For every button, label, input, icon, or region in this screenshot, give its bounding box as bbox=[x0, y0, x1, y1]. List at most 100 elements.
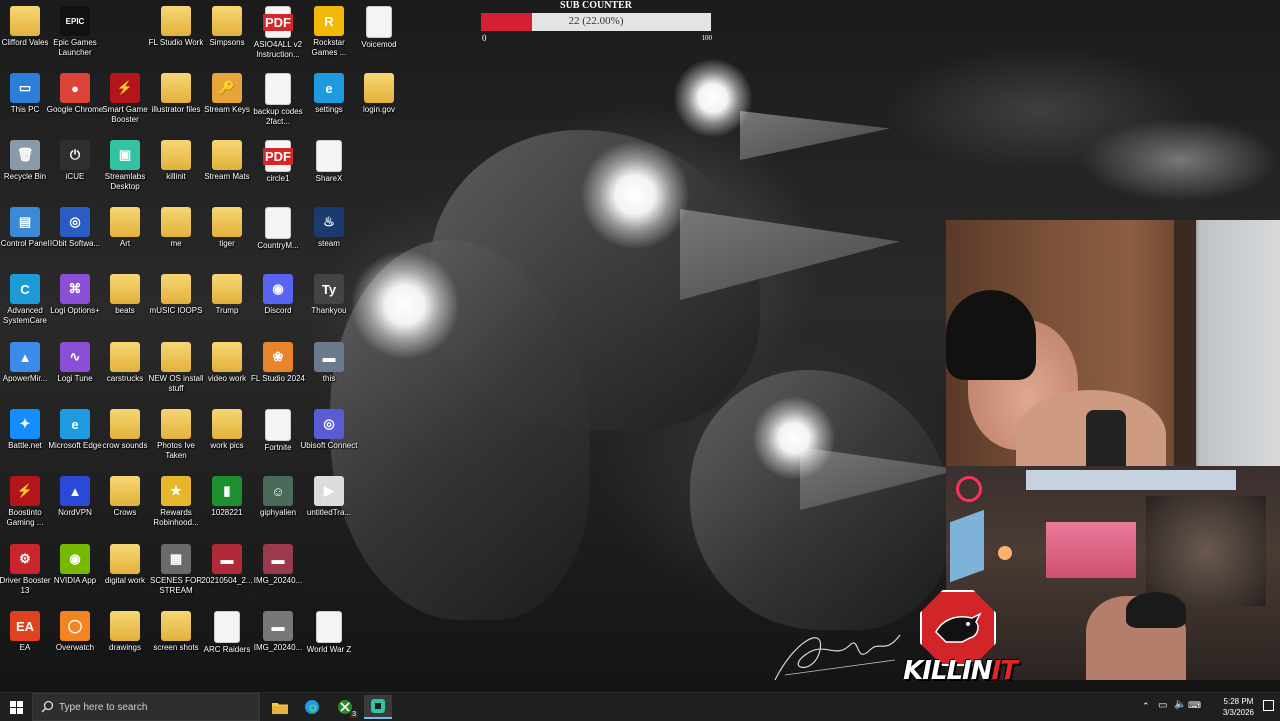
folder-icon bbox=[161, 409, 191, 439]
desktop-icon[interactable]: video work bbox=[198, 338, 256, 404]
sub-counter-max: 100 bbox=[701, 34, 713, 42]
desktop-icon[interactable]: Simpsons bbox=[198, 2, 256, 68]
desk-items bbox=[1146, 496, 1266, 606]
app-icon: ⏻ bbox=[60, 140, 90, 170]
desktop-icon[interactable]: illustrator files bbox=[147, 69, 205, 135]
desktop-icon-label: Stream Mats bbox=[204, 172, 250, 181]
desktop-icon[interactable]: Photos Ive Taken bbox=[147, 405, 205, 471]
taskbar-xbox[interactable]: 3 bbox=[331, 695, 359, 719]
desktop-icon[interactable]: ◎ Ubisoft Connect bbox=[300, 405, 358, 471]
desktop-icon[interactable]: ShareX bbox=[300, 136, 358, 202]
taskbar-search-box[interactable]: Type here to search bbox=[32, 693, 260, 721]
keyboard-icon[interactable]: ⌨ bbox=[1188, 700, 1201, 711]
desktop-icon[interactable]: Art bbox=[96, 203, 154, 269]
desktop-icon[interactable]: FL Studio Work bbox=[147, 2, 205, 68]
taskbar-clock[interactable]: 5:28 PM 3/3/2026 bbox=[1223, 696, 1254, 718]
desktop-icon[interactable]: me bbox=[147, 203, 205, 269]
app-icon: ◎ bbox=[314, 409, 344, 439]
desktop-icon[interactable]: Stream Mats bbox=[198, 136, 256, 202]
app-icon: ▬ bbox=[263, 544, 293, 574]
chair bbox=[1086, 410, 1126, 466]
app-icon: ∿ bbox=[60, 342, 90, 372]
desktop-icon[interactable]: drawings bbox=[96, 607, 154, 673]
desktop-icon[interactable]: mUSIC lOOPS bbox=[147, 270, 205, 336]
desktop-icon-label: Rewards Robinhood... bbox=[153, 508, 199, 527]
desktop-icon[interactable]: ★ Rewards Robinhood... bbox=[147, 472, 205, 538]
desktop-icon[interactable]: Ty Thankyou bbox=[300, 270, 358, 336]
app-icon: EA bbox=[10, 611, 40, 641]
desktop-icon[interactable]: ▮ 1028221 bbox=[198, 472, 256, 538]
desktop-icon[interactable]: ▬ this bbox=[300, 338, 358, 404]
desktop-icon[interactable]: NEW OS install stuff bbox=[147, 338, 205, 404]
folder-icon bbox=[161, 140, 191, 170]
desktop-icon[interactable]: ♨ steam bbox=[300, 203, 358, 269]
desktop-icon[interactable]: ❀ FL Studio 2024 bbox=[249, 338, 307, 404]
desktop-icon[interactable]: PDF ASIO4ALL v2 Instruction... bbox=[249, 2, 307, 68]
file-icon bbox=[265, 409, 291, 441]
desktop-icon[interactable]: ▣ Streamlabs Desktop bbox=[96, 136, 154, 202]
desktop-icon[interactable]: work pics bbox=[198, 405, 256, 471]
app-icon: e bbox=[60, 409, 90, 439]
start-button[interactable] bbox=[0, 693, 32, 721]
desktop-icon[interactable]: Crows bbox=[96, 472, 154, 538]
red-light bbox=[956, 476, 982, 502]
desktop-icon[interactable]: Fortnite bbox=[249, 405, 307, 471]
desktop-icon[interactable]: screen shots bbox=[147, 607, 205, 673]
desktop-icon-label: Photos Ive Taken bbox=[157, 441, 195, 460]
desktop-icon[interactable]: ☺ giphyalien bbox=[249, 472, 307, 538]
desktop-icon[interactable]: ▬ 20210504_2... bbox=[198, 540, 256, 606]
desktop-icon[interactable]: CountryM... bbox=[249, 203, 307, 269]
desktop-icon[interactable]: ⚡ Smart Game Booster bbox=[96, 69, 154, 135]
webcam-face-feed bbox=[946, 220, 1280, 466]
app-icon: ▲ bbox=[10, 342, 40, 372]
folder-icon bbox=[110, 274, 140, 304]
chevron-up-icon[interactable]: ⌃ bbox=[1142, 701, 1150, 712]
desktop-icon[interactable]: Trump bbox=[198, 270, 256, 336]
app-icon: ◉ bbox=[60, 544, 90, 574]
raven-eye-glow bbox=[673, 58, 753, 138]
volume-icon[interactable]: 🔈 bbox=[1174, 699, 1186, 710]
app-icon: ✦ bbox=[10, 409, 40, 439]
app-icon: ▬ bbox=[314, 342, 344, 372]
folder-icon bbox=[110, 207, 140, 237]
desktop-icon-label: backup codes 2fact... bbox=[253, 107, 303, 126]
desktop-icon-label: Thankyou bbox=[311, 306, 347, 315]
desktop-icon[interactable]: World War Z bbox=[300, 607, 358, 673]
desktop-icon-label: Streamlabs Desktop bbox=[104, 172, 146, 191]
app-icon: ▣ bbox=[110, 140, 140, 170]
desktop-icon[interactable]: ▦ SCENES FOR STREAM bbox=[147, 540, 205, 606]
desktop-icon[interactable]: EPIC Epic Games Launcher bbox=[46, 2, 104, 68]
desktop-icon[interactable]: Voicemod bbox=[350, 2, 408, 68]
sub-counter-bar: 22 (22.00%) bbox=[481, 13, 711, 31]
desktop-icon-label: video work bbox=[207, 374, 247, 383]
desktop-icon[interactable]: crow sounds bbox=[96, 405, 154, 471]
desktop-icon-label: steam bbox=[318, 239, 340, 248]
notification-icon[interactable] bbox=[1263, 700, 1274, 711]
desktop-icon[interactable]: login.gov bbox=[350, 69, 408, 135]
desktop-icon[interactable]: ▶ untitledTra... bbox=[300, 472, 358, 538]
desktop-icon[interactable]: tiger bbox=[198, 203, 256, 269]
raven-beak bbox=[740, 111, 890, 160]
desktop-icon[interactable]: ▬ IMG_20240... bbox=[249, 540, 307, 606]
folder-icon bbox=[212, 342, 242, 372]
windows-icon bbox=[9, 700, 23, 714]
desktop-icon[interactable]: 🔑 Stream Keys bbox=[198, 69, 256, 135]
network-icon[interactable]: ▭ bbox=[1158, 700, 1167, 711]
desktop-icon-label: IMG_20240... bbox=[253, 576, 303, 585]
desktop-icon[interactable]: killinit bbox=[147, 136, 205, 202]
desktop-icon[interactable]: ▬ IMG_20240... bbox=[249, 607, 307, 673]
taskbar-edge[interactable] bbox=[298, 695, 326, 719]
app-icon: ▶ bbox=[314, 476, 344, 506]
desktop-icon[interactable]: beats bbox=[96, 270, 154, 336]
desktop-icon[interactable]: ARC Raiders bbox=[198, 607, 256, 673]
desktop-icon[interactable]: carstrucks bbox=[96, 338, 154, 404]
taskbar-file-explorer[interactable] bbox=[266, 695, 294, 719]
desktop-icon[interactable]: ◉ Discord bbox=[249, 270, 307, 336]
taskbar-streamlabs[interactable] bbox=[364, 695, 392, 719]
desktop-icon[interactable]: PDF circle1 bbox=[249, 136, 307, 202]
folder-icon bbox=[161, 274, 191, 304]
desktop-icon[interactable]: backup codes 2fact... bbox=[249, 69, 307, 135]
desktop-icon[interactable]: digital work bbox=[96, 540, 154, 606]
desktop-icon-label: NEW OS install stuff bbox=[148, 374, 204, 393]
sub-counter-widget: SUB COUNTER 22 (22.00%) 0 100 bbox=[480, 0, 712, 44]
